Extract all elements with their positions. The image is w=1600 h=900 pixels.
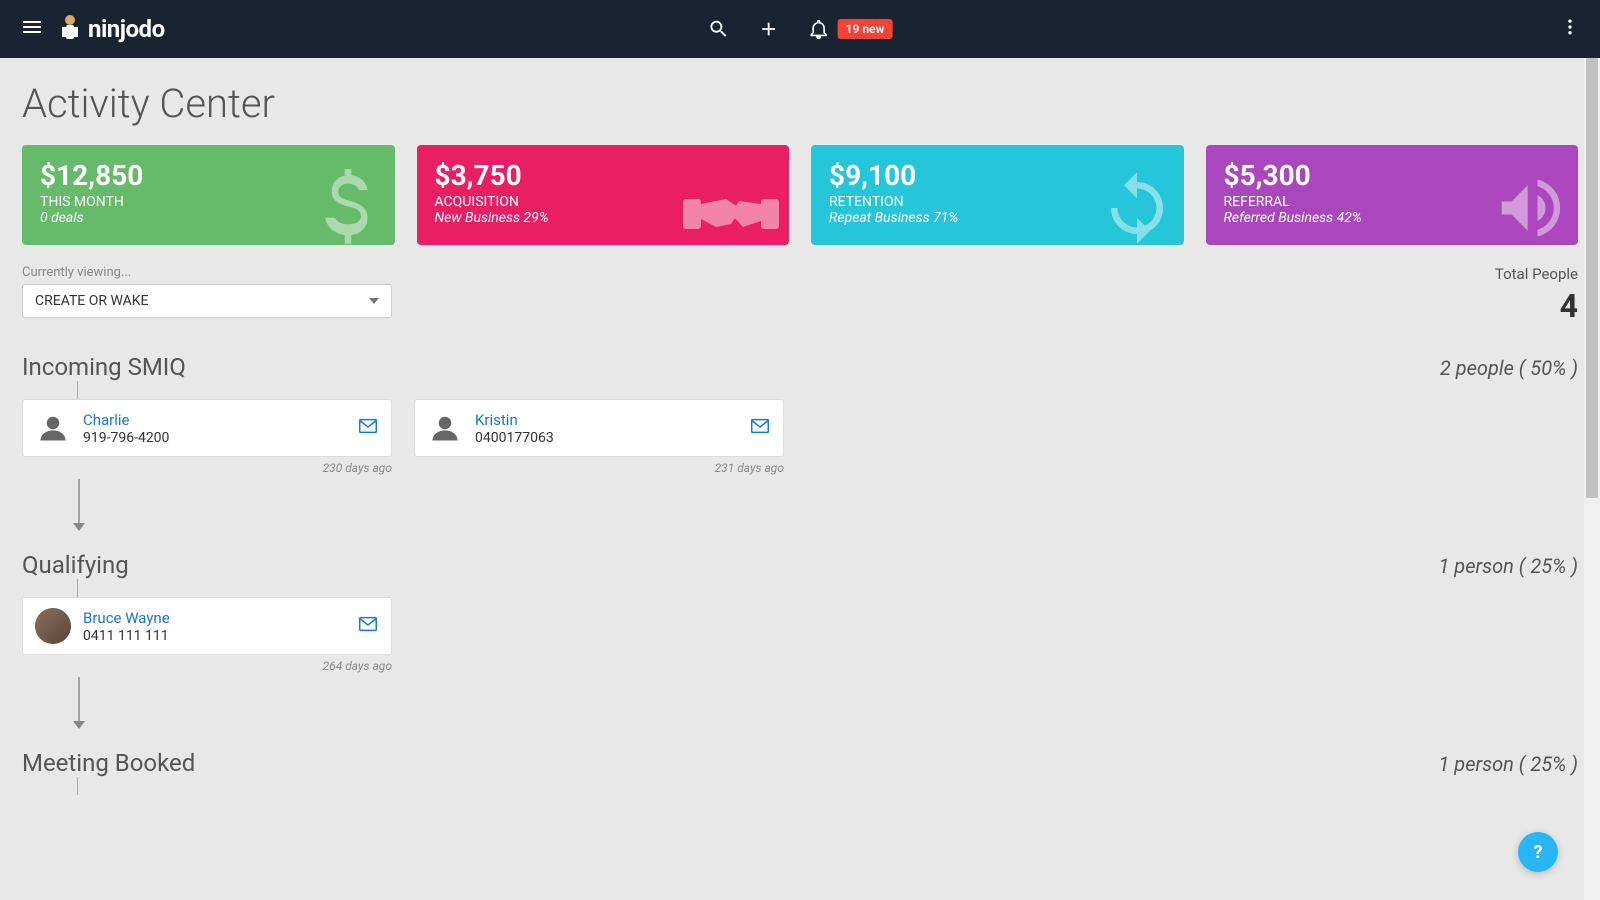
total-people-label: Total People bbox=[1495, 265, 1578, 283]
refresh-icon bbox=[1098, 169, 1176, 245]
pipeline-select[interactable]: CREATE OR WAKE bbox=[22, 284, 392, 318]
scrollbar[interactable] bbox=[1584, 58, 1600, 900]
stat-card-this-month[interactable]: $12,850 THIS MONTH 0 deals bbox=[22, 145, 395, 245]
contact-card[interactable]: Kristin 0400177063 bbox=[414, 399, 784, 457]
stage-incoming: Incoming SMIQ 2 people ( 50% ) Charlie 9… bbox=[22, 353, 1578, 537]
header-center: 19 new bbox=[708, 18, 893, 40]
viewing-label: Currently viewing... bbox=[22, 265, 392, 280]
handshake-icon bbox=[681, 179, 781, 245]
notification-badge: 19 new bbox=[838, 19, 893, 39]
email-button[interactable] bbox=[749, 415, 771, 441]
stage-count: 2 people ( 50% ) bbox=[1440, 356, 1578, 380]
notifications[interactable]: 19 new bbox=[808, 18, 893, 40]
logo-icon bbox=[56, 12, 84, 46]
arrow-down-icon bbox=[70, 479, 1578, 537]
avatar bbox=[35, 608, 71, 644]
stage-count: 1 person ( 25% ) bbox=[1439, 554, 1579, 578]
contact-phone: 0400177063 bbox=[475, 430, 737, 446]
contact-card[interactable]: Bruce Wayne 0411 111 111 bbox=[22, 597, 392, 655]
stage-count: 1 person ( 25% ) bbox=[1439, 752, 1579, 776]
logo-text: ninjodo bbox=[88, 15, 165, 43]
contact-name[interactable]: Bruce Wayne bbox=[83, 609, 345, 627]
dollar-icon bbox=[309, 169, 387, 245]
arrow-down-icon bbox=[70, 677, 1578, 735]
email-button[interactable] bbox=[357, 613, 379, 639]
total-people-value: 4 bbox=[1495, 287, 1578, 325]
days-ago: 264 days ago bbox=[22, 659, 392, 673]
hamburger-icon bbox=[20, 15, 44, 39]
help-icon: ? bbox=[1534, 842, 1543, 863]
page-title: Activity Center bbox=[22, 80, 1578, 127]
email-button[interactable] bbox=[357, 415, 379, 441]
avatar bbox=[35, 410, 71, 446]
plus-icon bbox=[758, 18, 780, 40]
search-icon bbox=[708, 18, 730, 40]
bell-button[interactable] bbox=[808, 18, 830, 40]
more-button[interactable] bbox=[1552, 9, 1588, 49]
contact-name[interactable]: Kristin bbox=[475, 411, 737, 429]
contact-phone: 0411 111 111 bbox=[83, 628, 345, 644]
logo[interactable]: ninjodo bbox=[56, 12, 165, 46]
connector-line bbox=[77, 777, 78, 795]
stat-card-referral[interactable]: $5,300 REFERRAL Referred Business 42% bbox=[1206, 145, 1579, 245]
avatar bbox=[427, 410, 463, 446]
search-button[interactable] bbox=[708, 18, 730, 40]
more-vertical-icon bbox=[1560, 17, 1580, 37]
stage-title: Incoming SMIQ bbox=[22, 353, 186, 381]
megaphone-icon bbox=[1492, 169, 1570, 245]
add-button[interactable] bbox=[758, 18, 780, 40]
contact-name[interactable]: Charlie bbox=[83, 411, 345, 429]
scrollbar-thumb[interactable] bbox=[1586, 58, 1598, 498]
help-button[interactable]: ? bbox=[1518, 832, 1558, 872]
stage-meeting-booked: Meeting Booked 1 person ( 25% ) bbox=[22, 749, 1578, 795]
connector-line bbox=[77, 381, 78, 399]
stage-title: Qualifying bbox=[22, 551, 129, 579]
stat-card-acquisition[interactable]: $3,750 ACQUISITION New Business 29% bbox=[417, 145, 790, 245]
days-ago: 231 days ago bbox=[414, 461, 784, 475]
contact-phone: 919-796-4200 bbox=[83, 430, 345, 446]
days-ago: 230 days ago bbox=[22, 461, 392, 475]
menu-button[interactable] bbox=[12, 7, 52, 51]
contact-card[interactable]: Charlie 919-796-4200 bbox=[22, 399, 392, 457]
select-value: CREATE OR WAKE bbox=[35, 293, 148, 309]
stage-title: Meeting Booked bbox=[22, 749, 195, 777]
connector-line bbox=[77, 579, 78, 597]
chevron-down-icon bbox=[369, 296, 379, 306]
main-content: Activity Center $12,850 THIS MONTH 0 dea… bbox=[0, 58, 1600, 900]
app-header: ninjodo 19 new bbox=[0, 0, 1600, 58]
bell-icon bbox=[808, 18, 830, 40]
viewing-row: Currently viewing... CREATE OR WAKE Tota… bbox=[22, 265, 1578, 325]
stat-card-retention[interactable]: $9,100 RETENTION Repeat Business 71% bbox=[811, 145, 1184, 245]
stat-cards-row: $12,850 THIS MONTH 0 deals $3,750 ACQUIS… bbox=[22, 145, 1578, 245]
stage-qualifying: Qualifying 1 person ( 25% ) Bruce Wayne … bbox=[22, 551, 1578, 735]
